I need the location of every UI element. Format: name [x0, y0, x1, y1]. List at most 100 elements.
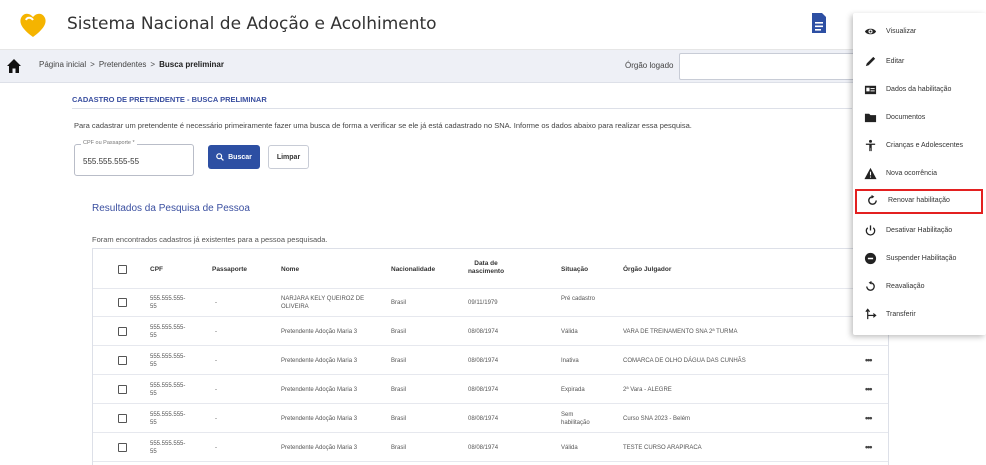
menu-item-nova-ocorrência[interactable]: Nova ocorrência [853, 163, 986, 187]
menu-item-dados-da-habilitação[interactable]: Dados da habilitação [853, 79, 986, 103]
row-checkbox[interactable] [118, 356, 127, 365]
divider [72, 108, 852, 109]
intro-text: Para cadastrar um pretendente é necessár… [74, 121, 692, 130]
document-icon[interactable] [811, 12, 827, 34]
nacionalidade-cell: Brasil [391, 445, 407, 451]
cpf-input-value[interactable]: 555.555.555-55 [83, 157, 139, 166]
breadcrumb-separator: > [90, 60, 95, 69]
more-actions-icon[interactable]: ••• [865, 384, 873, 394]
clear-button[interactable]: Limpar [268, 145, 309, 169]
situacao-cell: Expirada [561, 387, 585, 393]
more-actions-icon[interactable]: ••• [865, 413, 873, 423]
menu-item-transferir[interactable]: Transferir [853, 304, 986, 328]
search-icon [216, 153, 224, 161]
cpf-cell: 555.555.555-55 [150, 296, 186, 310]
breadcrumb-home[interactable]: Página inicial [39, 60, 86, 69]
child-icon [864, 139, 877, 152]
menu-item-visualizar[interactable]: Visualizar [853, 21, 986, 45]
menu-item-label: Documentos [886, 114, 926, 121]
table-row[interactable]: 555.555.555-55 - Pretendente Adoção Maria … [93, 434, 888, 462]
menu-item-label: Desativar Habilitação [886, 227, 953, 234]
column-header-situacao[interactable]: Situação [561, 266, 588, 274]
cpf-cell: 555.555.555-55 [150, 383, 186, 397]
menu-item-label: Transferir [886, 311, 916, 318]
nome-cell: Pretendente Adoção Maria 3 [281, 445, 358, 451]
nacionalidade-cell: Brasil [391, 329, 407, 335]
data-nascimento-cell: 08/08/1974 [468, 445, 499, 451]
menu-item-label: Visualizar [886, 28, 917, 35]
breadcrumb: Página inicial > Pretendentes > Busca prelim… [39, 60, 224, 69]
table-row[interactable]: 555.555.555-55 - Pretendente Adoção Maria … [93, 318, 888, 346]
menu-item-documentos[interactable]: Documentos [853, 107, 986, 131]
column-header-nacionalidade[interactable]: Nacionalidade [391, 266, 435, 274]
menu-item-desativar-habilitação[interactable]: Desativar Habilitação [853, 220, 986, 244]
table-header-row: CPF Passaporte Nome Nacionalidade Data d… [93, 249, 888, 289]
search-button[interactable]: Buscar [208, 145, 260, 169]
row-checkbox[interactable] [118, 385, 127, 394]
id-card-icon [864, 83, 877, 96]
menu-item-suspender-habilitação[interactable]: Suspender Habilitação [853, 248, 986, 272]
passaporte-cell: - [215, 445, 217, 451]
results-title: Resultados da Pesquisa de Pessoa [92, 203, 250, 214]
table-row[interactable]: 555.555.555-55 - NARJARA KELY QUEIROZ DE O… [93, 289, 888, 317]
orgao-julgador-cell: COMARCA DE OLHO DÁGUA DAS CUNHÃS [623, 358, 746, 364]
undo-icon [864, 280, 877, 293]
breadcrumb-pretendentes[interactable]: Pretendentes [99, 60, 147, 69]
select-all-checkbox[interactable] [118, 265, 127, 274]
column-header-data-nascimento[interactable]: Data de nascimento [461, 260, 511, 276]
nome-cell: Pretendente Adoção Maria 3 [281, 329, 358, 335]
folder-icon [864, 111, 877, 124]
search-button-label: Buscar [228, 153, 252, 161]
more-actions-icon[interactable]: ••• [865, 355, 873, 365]
situacao-cell: Válida [561, 329, 578, 335]
pencil-icon [864, 55, 877, 68]
data-nascimento-cell: 08/08/1974 [468, 358, 499, 364]
menu-item-renovar-habilitação[interactable]: Renovar habilitação [855, 189, 983, 214]
menu-item-reavaliação[interactable]: Reavaliação [853, 276, 986, 300]
app-header: Sistema Nacional de Adoção e Acolhimento [0, 0, 986, 50]
table-row[interactable]: 555.555.555-55 - Pretendente Adoção Maria … [93, 347, 888, 375]
row-checkbox[interactable] [118, 414, 127, 423]
table-row[interactable]: 555.555.555-55 - Pretendente Adoção Maria … [93, 405, 888, 433]
column-header-passaporte[interactable]: Passaporte [212, 266, 247, 274]
row-checkbox[interactable] [118, 327, 127, 336]
situacao-cell: Inativa [561, 358, 579, 364]
menu-item-label: Reavaliação [886, 283, 925, 290]
menu-item-editar[interactable]: Editar [853, 51, 986, 75]
column-header-nome[interactable]: Nome [281, 266, 299, 274]
orgao-julgador-cell: Curso SNA 2023 - Belém [623, 416, 691, 422]
warning-icon [864, 167, 877, 180]
more-actions-icon[interactable]: ••• [865, 442, 873, 452]
heart-logo-icon[interactable] [18, 10, 48, 40]
table-row[interactable]: 555.555.555-55 - Pretendente Adoção Maria … [93, 376, 888, 404]
power-icon [864, 224, 877, 237]
data-nascimento-cell: 08/08/1974 [468, 416, 499, 422]
column-header-orgao-julgador[interactable]: Órgão Julgador [623, 266, 671, 274]
orgao-julgador-cell: 2ª Vara - ALEGRE [623, 387, 672, 393]
nacionalidade-cell: Brasil [391, 358, 407, 364]
row-checkbox[interactable] [118, 443, 127, 452]
nome-cell: NARJARA KELY QUEIROZ DE OLIVEIRA [281, 296, 365, 310]
orgao-julgador-cell: VARA DE TREINAMENTO SNA 2ª TURMA [623, 329, 738, 335]
orgao-logado-select[interactable] [679, 53, 859, 80]
menu-item-label: Nova ocorrência [886, 170, 937, 177]
passaporte-cell: - [215, 329, 217, 335]
menu-item-label: Crianças e Adolescentes [886, 142, 964, 149]
cpf-input[interactable]: CPF ou Passaporte * 555.555.555-55 [74, 140, 194, 176]
eye-icon [864, 25, 877, 38]
refresh-icon [866, 194, 879, 207]
menu-item-label: Suspender Habilitação [886, 255, 957, 262]
menu-item-label: Dados da habilitação [886, 86, 952, 93]
nome-cell: Pretendente Adoção Maria 3 [281, 387, 358, 393]
data-nascimento-cell: 08/08/1974 [468, 387, 499, 393]
orgao-logado-label: Órgão logado [625, 61, 674, 70]
cpf-input-label: CPF ou Passaporte * [81, 140, 137, 146]
column-header-cpf[interactable]: CPF [150, 266, 163, 274]
cpf-cell: 555.555.555-55 [150, 412, 186, 426]
breadcrumb-separator: > [150, 60, 156, 69]
menu-item-crianças-e-adolescentes[interactable]: Crianças e Adolescentes [853, 135, 986, 159]
home-icon[interactable] [6, 58, 22, 74]
row-checkbox[interactable] [118, 298, 127, 307]
pause-circle-icon [864, 252, 877, 265]
passaporte-cell: - [215, 358, 217, 364]
